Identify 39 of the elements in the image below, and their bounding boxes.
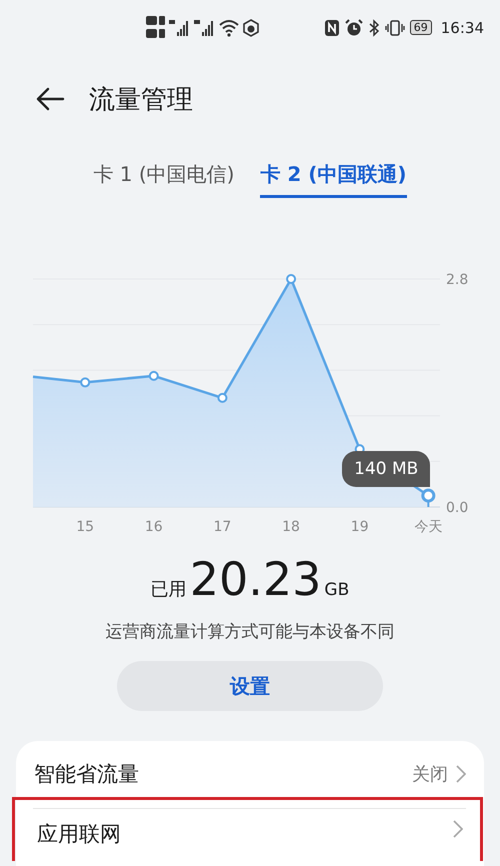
bluetooth-icon: [368, 18, 380, 36]
row-label: 应用联网: [37, 821, 121, 848]
alarm-icon: [344, 18, 363, 36]
vibrate-icon: [384, 18, 405, 36]
data-point: [148, 370, 159, 381]
x-axis-label: 19: [350, 519, 369, 535]
y-axis-label: 0.0: [446, 500, 468, 516]
data-point: [80, 377, 90, 388]
shield-icon: [242, 18, 260, 36]
data-point: [217, 392, 228, 403]
x-axis-label: 今天: [414, 519, 442, 535]
settings-row[interactable]: 应用联网: [12, 797, 483, 861]
settings-button[interactable]: 设置: [117, 661, 383, 711]
x-axis-label: 15: [76, 519, 94, 535]
used-amount: 20.23: [190, 552, 322, 606]
used-label: 已用: [150, 578, 187, 601]
current-point[interactable]: [421, 488, 436, 507]
y-axis-label: 2.8: [446, 272, 468, 288]
x-axis-label: 16: [144, 519, 163, 535]
sim-tab[interactable]: 卡 2 (中国联通): [260, 161, 407, 198]
x-axis-label: 18: [282, 519, 300, 535]
page-title: 流量管理: [89, 84, 193, 116]
row-label: 智能省流量: [34, 761, 139, 788]
wifi-icon: [219, 18, 239, 36]
signal-icon: [169, 18, 191, 38]
carrier-note: 运营商流量计算方式可能与本设备不同: [104, 621, 396, 643]
signal-icon: [194, 18, 216, 38]
value-tooltip: 140 MB: [342, 450, 430, 487]
x-axis-label: 17: [214, 519, 232, 535]
row-value: 关闭: [412, 763, 448, 786]
chevron-icon: [456, 765, 466, 783]
clock-time: 16:34: [440, 18, 484, 36]
back-icon[interactable]: [35, 87, 65, 111]
chevron-icon: [453, 820, 463, 838]
sim-tab[interactable]: 卡 1 (中国电信): [93, 161, 234, 195]
data-point: [286, 274, 296, 284]
nfc-icon: [324, 18, 340, 36]
used-unit: GB: [324, 580, 350, 600]
battery-icon: 69: [410, 20, 432, 35]
